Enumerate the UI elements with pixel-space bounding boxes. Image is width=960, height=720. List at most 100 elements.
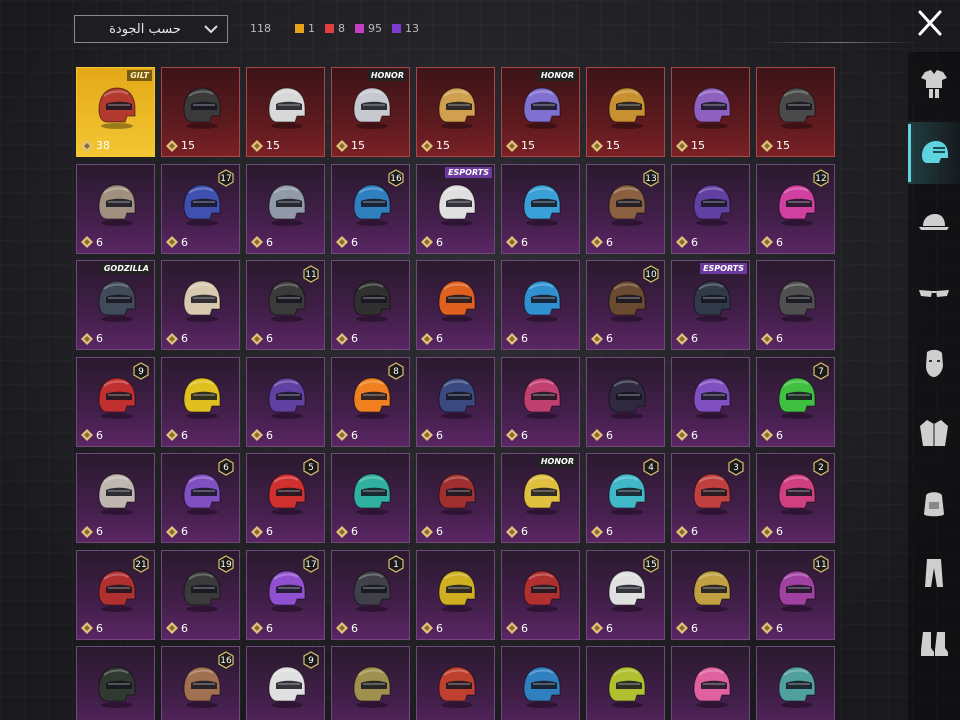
item-cell[interactable]: HONOR 15: [331, 67, 410, 157]
item-price-value: 6: [776, 332, 783, 345]
item-cell[interactable]: 13 6: [586, 163, 665, 254]
item-price: 6: [336, 622, 358, 635]
level-badge: 12: [813, 168, 829, 187]
item-cell[interactable]: 6: [76, 163, 155, 254]
item-cell[interactable]: 17 6: [161, 163, 240, 254]
item-cell[interactable]: 6: [501, 356, 580, 447]
helmet-icon: [438, 87, 476, 129]
item-cell[interactable]: 15: [416, 67, 495, 157]
item-cell[interactable]: 10 6: [586, 260, 665, 350]
item-cell[interactable]: 16 6: [331, 163, 410, 254]
svg-text:13: 13: [645, 174, 656, 184]
item-cell[interactable]: 6: [756, 260, 835, 350]
helmet-icon: [693, 280, 731, 322]
item-cell[interactable]: 26: [756, 453, 835, 543]
category-jacket[interactable]: [908, 402, 960, 464]
item-cell[interactable]: 6: [76, 453, 155, 543]
item-cell[interactable]: 6: [671, 163, 750, 254]
helmet-icon: [693, 87, 731, 129]
svg-text:11: 11: [815, 560, 826, 570]
item-cell[interactable]: 11 6: [246, 260, 325, 350]
category-shoes[interactable]: [908, 612, 960, 674]
level-badge: 15: [643, 554, 659, 573]
currency-icon: [761, 429, 773, 441]
item-cell[interactable]: GILT 38: [76, 67, 155, 157]
item-cell[interactable]: 17 6: [246, 549, 325, 640]
item-cell[interactable]: HONOR 6: [501, 453, 580, 543]
item-cell[interactable]: 15 6: [586, 549, 665, 640]
item-cell[interactable]: 16: [331, 549, 410, 640]
item-price: 6: [81, 332, 103, 345]
currency-icon: [166, 525, 178, 538]
level-badge: 4: [643, 458, 659, 476]
item-cell[interactable]: 76: [756, 356, 835, 447]
category-backpack[interactable]: [908, 472, 960, 534]
category-helmet[interactable]: [908, 122, 960, 184]
category-pants[interactable]: [908, 542, 960, 604]
brand-tag: HONOR: [537, 70, 577, 81]
category-mask[interactable]: [908, 332, 960, 394]
item-cell[interactable]: 6: [416, 356, 495, 447]
item-cell[interactable]: HONOR 15: [501, 67, 580, 157]
item-cell[interactable]: 6: [416, 453, 495, 543]
item-cell[interactable]: 15: [246, 67, 325, 157]
item-cell[interactable]: 6: [246, 163, 325, 254]
item-cell[interactable]: 6: [246, 356, 325, 447]
category-outfit[interactable]: [908, 52, 960, 114]
sort-dropdown[interactable]: حسب الجودة: [74, 15, 228, 43]
helmet-icon: [268, 376, 306, 419]
currency-icon: [676, 139, 688, 152]
item-cell[interactable]: 6: [161, 260, 240, 350]
item-cell[interactable]: [331, 646, 410, 720]
item-cell[interactable]: 6: [416, 549, 495, 640]
item-cell[interactable]: [416, 646, 495, 720]
close-icon[interactable]: [912, 8, 948, 40]
backpack-icon: [924, 492, 944, 517]
item-cell[interactable]: 6: [416, 260, 495, 350]
item-cell[interactable]: [671, 646, 750, 720]
item-cell[interactable]: 21 6: [76, 549, 155, 640]
item-cell[interactable]: 6: [671, 549, 750, 640]
helmet-icon: [523, 376, 561, 419]
category-glasses[interactable]: [908, 262, 960, 324]
item-cell[interactable]: 16: [161, 646, 240, 720]
item-price: 6: [421, 429, 443, 442]
item-cell[interactable]: ESPORTS 6: [416, 163, 495, 254]
item-cell[interactable]: 6: [161, 356, 240, 447]
item-cell[interactable]: 46: [586, 453, 665, 543]
item-cell[interactable]: [586, 646, 665, 720]
item-cell[interactable]: 6: [331, 453, 410, 543]
item-cell[interactable]: 6: [331, 260, 410, 350]
glasses-icon: [919, 290, 949, 297]
item-cell[interactable]: 6: [671, 356, 750, 447]
item-cell[interactable]: 12 6: [756, 163, 835, 254]
level-badge: 1: [388, 554, 404, 573]
currency-icon: [166, 429, 178, 441]
currency-icon: [166, 332, 178, 345]
item-cell[interactable]: 6: [501, 163, 580, 254]
item-cell[interactable]: 6: [501, 549, 580, 640]
item-cell[interactable]: 15: [586, 67, 665, 157]
outfit-icon: [921, 70, 947, 98]
item-cell[interactable]: 66: [161, 453, 240, 543]
item-price: 15: [676, 139, 705, 152]
item-cell[interactable]: 56: [246, 453, 325, 543]
item-cell[interactable]: 86: [331, 356, 410, 447]
item-cell[interactable]: GODZILLA 6: [76, 260, 155, 350]
item-cell[interactable]: 15: [756, 67, 835, 157]
item-cell[interactable]: [501, 646, 580, 720]
item-cell[interactable]: ESPORTS 6: [671, 260, 750, 350]
item-cell[interactable]: [756, 646, 835, 720]
item-cell[interactable]: 6: [586, 356, 665, 447]
item-cell[interactable]: 11 6: [756, 549, 835, 640]
item-cell[interactable]: 96: [76, 356, 155, 447]
item-cell[interactable]: 15: [671, 67, 750, 157]
item-cell[interactable]: [76, 646, 155, 720]
item-cell[interactable]: 6: [501, 260, 580, 350]
item-cell[interactable]: 15: [161, 67, 240, 157]
item-cell[interactable]: 19 6: [161, 549, 240, 640]
currency-icon: [761, 139, 773, 152]
item-cell[interactable]: 36: [671, 453, 750, 543]
item-cell[interactable]: 9: [246, 646, 325, 720]
category-hat[interactable]: [908, 192, 960, 254]
